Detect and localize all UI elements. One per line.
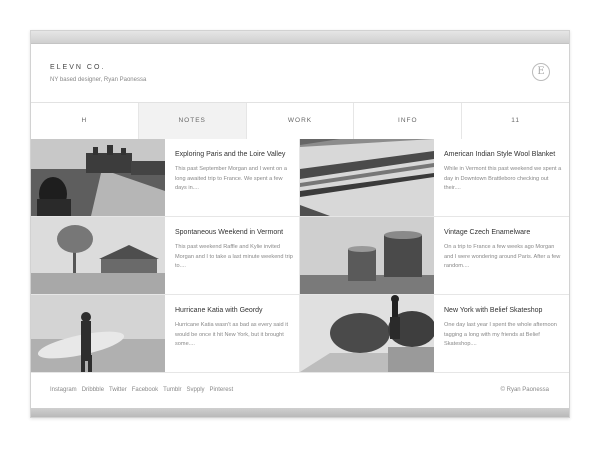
- post-title[interactable]: American Indian Style Wool Blanket: [444, 151, 562, 158]
- post-title[interactable]: Vintage Czech Enamelware: [444, 229, 562, 236]
- striped-blanket-photo[interactable]: [300, 139, 434, 216]
- skater-ramp-photo[interactable]: [300, 295, 434, 372]
- nav-item-notes[interactable]: NOTES: [138, 103, 247, 139]
- copyright-text: © Ryan Paonessa: [500, 387, 549, 393]
- social-link-instagram[interactable]: Instagram: [50, 387, 77, 393]
- post-excerpt: This past weekend Raffle and Kylie invit…: [175, 244, 293, 269]
- logo-icon[interactable]: E: [532, 63, 550, 81]
- post-card[interactable]: Spontaneous Weekend in Vermont This past…: [31, 217, 300, 295]
- post-title[interactable]: Spontaneous Weekend in Vermont: [175, 229, 293, 236]
- post-excerpt: On a trip to France a few weeks ago Morg…: [444, 244, 561, 269]
- post-excerpt: While in Vermont this past weekend we sp…: [444, 166, 562, 191]
- post-excerpt: This past September Morgan and I went on…: [175, 166, 287, 191]
- site-brand[interactable]: ELEVN CO.: [50, 64, 105, 71]
- site-footer: Instagram Dribbble Twitter Facebook Tumb…: [31, 374, 569, 408]
- nav-item-home[interactable]: H: [31, 103, 139, 139]
- social-links: Instagram Dribbble Twitter Facebook Tumb…: [50, 387, 233, 393]
- social-link-facebook[interactable]: Facebook: [132, 387, 158, 393]
- social-link-twitter[interactable]: Twitter: [109, 387, 127, 393]
- nav-item-work[interactable]: WORK: [247, 103, 355, 139]
- posts-grid: Exploring Paris and the Loire Valley Thi…: [31, 139, 569, 373]
- frame-bottom-bar: [31, 408, 569, 417]
- post-card[interactable]: New York with Belief Skateshop One day l…: [300, 295, 569, 373]
- frame-top-bar: [31, 31, 569, 44]
- enamel-cups-photo[interactable]: [300, 217, 434, 294]
- nav-item-info[interactable]: INFO: [354, 103, 463, 139]
- post-card[interactable]: Vintage Czech Enamelware On a trip to Fr…: [300, 217, 569, 295]
- surfer-beach-photo[interactable]: [31, 295, 165, 372]
- social-link-pinterest[interactable]: Pinterest: [210, 387, 234, 393]
- post-title[interactable]: Exploring Paris and the Loire Valley: [175, 151, 293, 158]
- browser-frame: ELEVN CO. NY based designer, Ryan Paones…: [30, 30, 570, 418]
- post-title[interactable]: Hurricane Katia with Geordy: [175, 307, 293, 314]
- post-card[interactable]: Hurricane Katia with Geordy Hurricane Ka…: [31, 295, 300, 373]
- site-tagline: NY based designer, Ryan Paonessa: [50, 77, 147, 83]
- post-card[interactable]: Exploring Paris and the Loire Valley Thi…: [31, 139, 300, 217]
- post-excerpt: Hurricane Katia wasn't as bad as every s…: [175, 322, 288, 347]
- foggy-barn-photo[interactable]: [31, 217, 165, 294]
- social-link-tumblr[interactable]: Tumblr: [163, 387, 181, 393]
- social-link-svpply[interactable]: Svpply: [187, 387, 205, 393]
- nav-item-number[interactable]: 11: [462, 103, 569, 139]
- social-link-dribbble[interactable]: Dribbble: [82, 387, 104, 393]
- post-title[interactable]: New York with Belief Skateshop: [444, 307, 562, 314]
- main-nav: H NOTES WORK INFO 11: [31, 102, 569, 140]
- post-excerpt: One day last year I spent the whole afte…: [444, 322, 557, 347]
- post-card[interactable]: American Indian Style Wool Blanket While…: [300, 139, 569, 217]
- chateau-road-photo[interactable]: [31, 139, 165, 216]
